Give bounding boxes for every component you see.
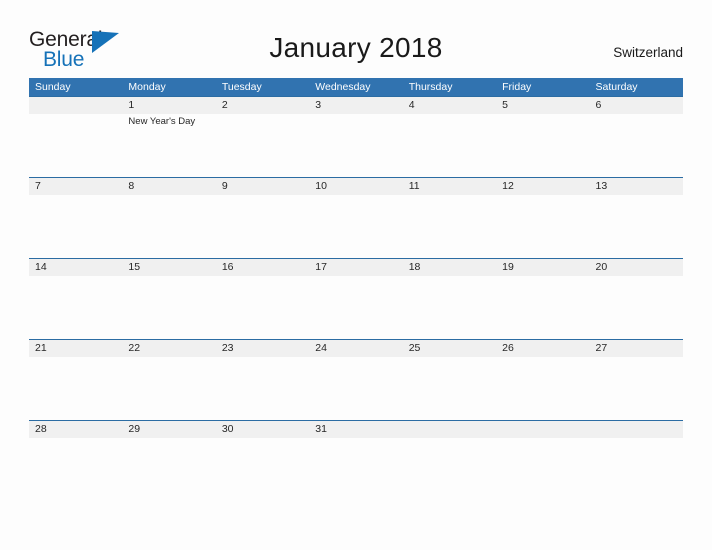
day-number[interactable]: 12 (496, 178, 589, 195)
day-events-cell[interactable] (309, 276, 402, 339)
day-events-cell[interactable] (122, 276, 215, 339)
day-number[interactable]: 19 (496, 259, 589, 276)
day-number[interactable]: 18 (403, 259, 496, 276)
day-events-cell[interactable] (496, 438, 589, 456)
day-events-cell[interactable] (590, 276, 683, 339)
day-number[interactable]: 11 (403, 178, 496, 195)
day-number[interactable] (590, 421, 683, 438)
week-event-area (29, 357, 683, 420)
week-date-strip: 14 15 16 17 18 19 20 (29, 259, 683, 276)
week-event-area (29, 438, 683, 456)
day-events-cell[interactable] (216, 276, 309, 339)
day-events-cell[interactable] (29, 276, 122, 339)
day-number[interactable]: 17 (309, 259, 402, 276)
week-event-area (29, 276, 683, 339)
week-date-strip: 7 8 9 10 11 12 13 (29, 178, 683, 195)
weekday-header-friday: Friday (502, 81, 532, 93)
day-number[interactable]: 29 (122, 421, 215, 438)
day-events-cell[interactable] (590, 114, 683, 177)
day-events-cell[interactable] (590, 195, 683, 258)
day-events-cell[interactable] (496, 276, 589, 339)
day-number[interactable]: 4 (403, 97, 496, 114)
day-number[interactable]: 22 (122, 340, 215, 357)
day-number[interactable]: 3 (309, 97, 402, 114)
day-number[interactable]: 31 (309, 421, 402, 438)
calendar-week-row: 28 29 30 31 (29, 420, 683, 456)
day-number[interactable]: 16 (216, 259, 309, 276)
day-number[interactable]: 1 (122, 97, 215, 114)
day-events-cell[interactable] (590, 438, 683, 456)
day-events-cell[interactable] (403, 114, 496, 177)
day-number[interactable]: 24 (309, 340, 402, 357)
calendar-week-row: 21 22 23 24 25 26 27 (29, 339, 683, 420)
day-number[interactable]: 20 (590, 259, 683, 276)
country-label: Switzerland (613, 45, 683, 60)
week-date-strip: 28 29 30 31 (29, 421, 683, 438)
day-events-cell[interactable] (403, 357, 496, 420)
day-number[interactable]: 15 (122, 259, 215, 276)
day-events-cell[interactable] (403, 438, 496, 456)
calendar-page: General Blue January 2018 Switzerland Su… (0, 0, 712, 550)
day-events-cell[interactable] (216, 438, 309, 456)
weekday-header-row: Sunday Monday Tuesday Wednesday Thursday… (29, 78, 683, 96)
day-number[interactable] (403, 421, 496, 438)
page-title: January 2018 (269, 32, 443, 63)
day-events-cell[interactable] (29, 195, 122, 258)
day-number[interactable]: 28 (29, 421, 122, 438)
day-number[interactable]: 5 (496, 97, 589, 114)
day-events-cell[interactable] (216, 114, 309, 177)
day-number[interactable]: 10 (309, 178, 402, 195)
weekday-header-sunday: Sunday (35, 81, 71, 93)
day-events-cell[interactable] (216, 195, 309, 258)
day-events-cell[interactable] (309, 357, 402, 420)
day-events-cell[interactable] (216, 357, 309, 420)
weekday-header-saturday: Saturday (595, 81, 638, 93)
day-number[interactable]: 6 (590, 97, 683, 114)
day-events-cell[interactable] (403, 195, 496, 258)
day-number[interactable]: 25 (403, 340, 496, 357)
day-events-cell[interactable] (29, 357, 122, 420)
day-events-cell[interactable] (29, 438, 122, 456)
day-events-cell[interactable] (122, 438, 215, 456)
day-number[interactable]: 30 (216, 421, 309, 438)
weekday-header-tuesday: Tuesday (221, 81, 262, 93)
day-events-cell[interactable] (590, 357, 683, 420)
weekday-header-monday: Monday (128, 81, 166, 93)
week-date-strip: 21 22 23 24 25 26 27 (29, 340, 683, 357)
day-number[interactable]: 2 (216, 97, 309, 114)
page-header: General Blue January 2018 Switzerland (0, 0, 712, 78)
day-number[interactable] (496, 421, 589, 438)
day-events-cell[interactable] (29, 114, 122, 177)
day-events-cell[interactable] (309, 438, 402, 456)
day-number[interactable]: 8 (122, 178, 215, 195)
day-events-cell[interactable] (309, 195, 402, 258)
calendar-week-row: 14 15 16 17 18 19 20 (29, 258, 683, 339)
day-events-cell[interactable] (122, 357, 215, 420)
day-number[interactable]: 14 (29, 259, 122, 276)
day-events-cell[interactable]: New Year's Day (122, 114, 215, 177)
day-events-cell[interactable] (309, 114, 402, 177)
calendar-week-row: 7 8 9 10 11 12 13 (29, 177, 683, 258)
calendar-week-row: 1 2 3 4 5 6 New Year's Day (29, 96, 683, 177)
day-number[interactable]: 23 (216, 340, 309, 357)
event-label: New Year's Day (128, 116, 196, 127)
day-number[interactable]: 9 (216, 178, 309, 195)
day-events-cell[interactable] (496, 357, 589, 420)
day-number[interactable]: 21 (29, 340, 122, 357)
day-number[interactable]: 13 (590, 178, 683, 195)
day-number[interactable]: 7 (29, 178, 122, 195)
day-events-cell[interactable] (496, 195, 589, 258)
day-number[interactable] (29, 97, 122, 114)
day-events-cell[interactable] (403, 276, 496, 339)
week-date-strip: 1 2 3 4 5 6 (29, 97, 683, 114)
day-events-cell[interactable] (122, 195, 215, 258)
week-event-area: New Year's Day (29, 114, 683, 177)
calendar-grid: Sunday Monday Tuesday Wednesday Thursday… (29, 78, 683, 456)
day-number[interactable]: 26 (496, 340, 589, 357)
weekday-header-thursday: Thursday (408, 81, 453, 93)
day-events-cell[interactable] (496, 114, 589, 177)
week-event-area (29, 195, 683, 258)
weekday-header-wednesday: Wednesday (315, 81, 371, 93)
day-number[interactable]: 27 (590, 340, 683, 357)
